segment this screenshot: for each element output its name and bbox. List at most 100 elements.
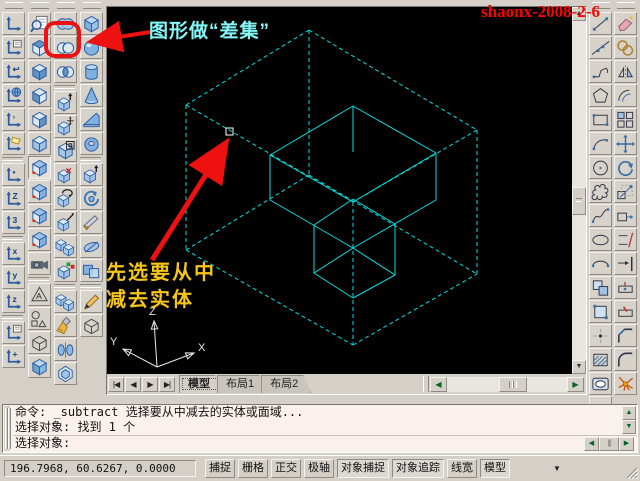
rotate-faces-icon-button[interactable] xyxy=(54,187,77,210)
erase-icon-button[interactable] xyxy=(614,12,637,35)
toolbar-grip[interactable] xyxy=(57,2,75,9)
cylinder-icon-button[interactable] xyxy=(80,60,103,83)
copy-edges-icon-button[interactable] xyxy=(54,290,77,313)
ne-isometric-view-icon-button[interactable] xyxy=(28,204,51,227)
chamfer-icon-button[interactable] xyxy=(614,324,637,347)
section-icon-button[interactable] xyxy=(80,235,103,258)
extrude-icon-button[interactable] xyxy=(80,163,103,186)
status-toggle-栅格[interactable]: 栅格 xyxy=(238,459,268,478)
command-scroll-up-button[interactable]: ▲ xyxy=(622,406,636,420)
selected-solid-edge[interactable] xyxy=(186,175,309,250)
setup-profile-icon-button[interactable] xyxy=(80,314,103,337)
toolbar-grip[interactable] xyxy=(5,2,23,9)
toolbar-grip[interactable] xyxy=(617,2,635,9)
canvas-horizontal-scrollbar[interactable] xyxy=(447,377,567,392)
extrude-faces-icon-button[interactable] xyxy=(54,91,77,114)
revision-cloud-icon-button[interactable] xyxy=(589,180,612,203)
region-icon-button[interactable] xyxy=(589,372,612,395)
extend-icon-button[interactable] xyxy=(614,252,637,275)
mirror-icon-button[interactable] xyxy=(614,60,637,83)
scroll-down-button[interactable]: ▼ xyxy=(572,360,586,374)
command-scroll-down-button[interactable]: ▼ xyxy=(622,420,636,434)
sphere-icon-button[interactable] xyxy=(80,36,103,59)
resize-grip-icon[interactable] xyxy=(626,467,638,479)
copy-faces-icon-button[interactable] xyxy=(54,235,77,258)
toolbar-grip[interactable] xyxy=(592,2,610,9)
command-window-drag-handle[interactable] xyxy=(4,406,10,451)
ucs-world-icon-button[interactable] xyxy=(2,84,25,107)
point-icon-button[interactable] xyxy=(589,324,612,347)
intersect-icon-button[interactable] xyxy=(54,60,77,83)
left-view-icon-button[interactable] xyxy=(28,84,51,107)
command-hscroll-thumb[interactable]: |||| xyxy=(599,437,619,451)
hatch-icon-button[interactable] xyxy=(589,348,612,371)
scroll-thumb[interactable] xyxy=(572,187,586,215)
revolve-icon-button[interactable] xyxy=(80,187,103,210)
cone-icon-button[interactable] xyxy=(80,84,103,107)
status-toggle-对象追踪[interactable]: 对象追踪 xyxy=(392,459,444,478)
box-icon-button[interactable] xyxy=(80,12,103,35)
sw-isometric-view-icon-button[interactable] xyxy=(28,156,51,179)
ellipse-arc-icon-button[interactable] xyxy=(589,252,612,275)
tab-nav-button-1[interactable]: ◀ xyxy=(125,377,141,392)
tab-nav-button-0[interactable]: |◀ xyxy=(108,377,124,392)
solid-edge[interactable] xyxy=(270,106,353,155)
make-block-icon-button[interactable] xyxy=(589,300,612,323)
tab-nav-button-3[interactable]: ▶| xyxy=(159,377,175,392)
ucs-3-point-icon-button[interactable]: 3 xyxy=(2,211,25,234)
selected-solid-edge[interactable] xyxy=(186,30,309,105)
ucs-object-icon-button[interactable]: ▫ xyxy=(2,108,25,131)
hidden-mode-icon-button[interactable] xyxy=(28,331,51,354)
torus-icon-button[interactable] xyxy=(80,132,103,155)
nw-isometric-view-icon-button[interactable] xyxy=(28,228,51,251)
selected-solid-edge[interactable] xyxy=(309,30,477,130)
array-icon-button[interactable] xyxy=(614,108,637,131)
solid-edge[interactable] xyxy=(270,155,353,202)
explode-icon-button[interactable] xyxy=(614,372,637,395)
rectangle-icon-button[interactable] xyxy=(589,108,612,131)
trim-icon-button[interactable] xyxy=(614,228,637,251)
bottom-view-icon-button[interactable] xyxy=(28,60,51,83)
interfere-icon-button[interactable] xyxy=(80,259,103,282)
move-ucs-icon-button[interactable]: + xyxy=(2,345,25,368)
status-toggle-捕捉[interactable]: 捕捉 xyxy=(205,459,235,478)
status-toggle-正交[interactable]: 正交 xyxy=(271,459,301,478)
stretch-icon-button[interactable] xyxy=(614,204,637,227)
hscroll-right-button[interactable]: ▶ xyxy=(567,377,584,392)
ucs-rotate-z-icon-button[interactable]: z xyxy=(2,290,25,313)
separate-icon-button[interactable] xyxy=(54,338,77,361)
solid-edge[interactable] xyxy=(314,248,353,273)
line-icon-button[interactable] xyxy=(589,12,612,35)
ucs-previous-icon-button[interactable]: ↩ xyxy=(2,60,25,83)
tab-布局1[interactable]: 布局1 xyxy=(217,375,267,393)
named-view-icon-button[interactable]: A xyxy=(28,283,51,306)
ucs-origin-icon-button[interactable]: • xyxy=(2,163,25,186)
solid-edge[interactable] xyxy=(314,199,353,225)
solid-edge[interactable] xyxy=(353,199,395,224)
command-scrollbar[interactable]: ▲ ▼ xyxy=(622,406,636,436)
copy-object-icon-button[interactable] xyxy=(614,36,637,59)
ucs-icon-button[interactable] xyxy=(2,12,25,35)
command-hscrollbar[interactable]: ◀ |||| ▶ xyxy=(584,437,636,451)
shaded-mode-icon-button[interactable] xyxy=(28,355,51,378)
pickbox-cursor[interactable] xyxy=(226,128,233,135)
move-faces-icon-button[interactable] xyxy=(54,115,77,138)
insert-block-icon-button[interactable] xyxy=(589,276,612,299)
status-toggle-极轴[interactable]: 极轴 xyxy=(304,459,334,478)
status-toggle-线宽[interactable]: 线宽 xyxy=(447,459,477,478)
command-hscroll-right-button[interactable]: ▶ xyxy=(619,437,634,451)
offset-icon-button[interactable] xyxy=(614,84,637,107)
ucs-z-axis-vector-icon-button[interactable]: Z xyxy=(2,187,25,210)
delete-faces-icon-button[interactable]: × xyxy=(54,163,77,186)
camera-icon-button[interactable] xyxy=(28,252,51,275)
toolbar-grip[interactable] xyxy=(31,2,49,9)
shell-icon-button[interactable] xyxy=(54,362,77,385)
spline-icon-button[interactable] xyxy=(589,204,612,227)
setup-drawing-icon-button[interactable] xyxy=(80,290,103,313)
status-toggle-模型[interactable]: 模型 xyxy=(480,459,510,478)
named-ucs-icon-button[interactable] xyxy=(2,321,25,344)
ucs-face-icon-button[interactable] xyxy=(2,132,25,155)
ucs-dialog-icon-button[interactable] xyxy=(2,36,25,59)
solid-edge[interactable] xyxy=(353,153,436,202)
circle-icon-button[interactable] xyxy=(589,156,612,179)
